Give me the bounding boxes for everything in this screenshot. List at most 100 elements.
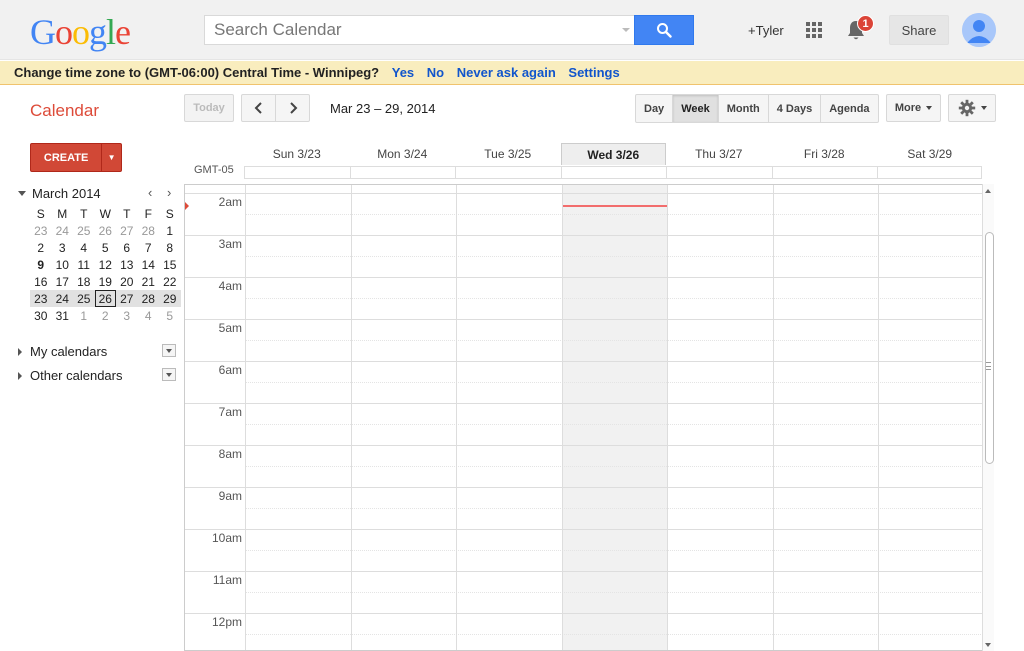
my-calendars-dropdown-icon[interactable] (162, 344, 176, 357)
mini-calendar-day[interactable]: 2 (95, 307, 117, 324)
mini-calendar-day[interactable]: 21 (138, 273, 160, 290)
mini-calendar-day[interactable]: 4 (138, 307, 160, 324)
mini-calendar-day[interactable]: 19 (95, 273, 117, 290)
collapse-triangle-icon[interactable] (18, 191, 26, 196)
weekday-header: S (36, 206, 45, 221)
mini-calendar-day[interactable]: 9 (30, 256, 52, 273)
day-column-header[interactable]: Fri 3/28 (772, 143, 878, 165)
mini-calendar-day[interactable]: 26 (95, 222, 117, 239)
user-avatar[interactable] (962, 13, 996, 47)
logo-letter: o (55, 12, 73, 52)
mini-calendar-day[interactable]: 24 (51, 290, 73, 307)
all-day-row[interactable] (244, 166, 982, 179)
view-agenda-button[interactable]: Agenda (820, 95, 877, 122)
mini-calendar-day[interactable]: 1 (73, 307, 95, 324)
app-title[interactable]: Calendar (30, 101, 99, 121)
time-grid[interactable]: 2am 3am 4am 5am 6am 7am 8am 9am 10am 11am 12pm (184, 184, 982, 651)
mini-calendar-day[interactable]: 20 (116, 273, 138, 290)
day-column-header[interactable]: Sun 3/23 (244, 143, 350, 165)
mini-calendar-day[interactable]: 7 (138, 239, 160, 256)
mini-calendar-day[interactable]: 22 (159, 273, 181, 290)
mini-calendar-day[interactable]: 16 (30, 273, 52, 290)
mini-calendar-day[interactable]: 1 (159, 222, 181, 239)
notification-count-badge[interactable]: 1 (857, 15, 874, 32)
hour-label: 5am (218, 321, 242, 335)
timezone-settings-link[interactable]: Settings (568, 65, 619, 80)
day-column-header[interactable]: Wed 3/26 (560, 143, 666, 165)
settings-button[interactable] (948, 94, 996, 122)
weekday-header: S (165, 206, 174, 221)
mini-calendar-day[interactable]: 30 (30, 307, 52, 324)
mini-calendar-day[interactable]: 23 (30, 222, 52, 239)
today-column[interactable] (562, 185, 667, 650)
my-calendars-section[interactable]: My calendars (18, 344, 176, 360)
scroll-down-icon[interactable] (985, 643, 991, 647)
view-day-button[interactable]: Day (636, 95, 672, 122)
grid-scrollbar[interactable] (982, 184, 994, 651)
mini-calendar-day[interactable]: 6 (116, 239, 138, 256)
create-dropdown-caret-icon[interactable]: ▼ (101, 144, 121, 171)
timezone-label: GMT-05 (194, 164, 234, 176)
mini-prev-month-icon[interactable]: ‹ (148, 185, 152, 200)
view-4days-button[interactable]: 4 Days (767, 95, 820, 122)
day-column-header[interactable]: Sat 3/29 (877, 143, 983, 165)
view-week-button[interactable]: Week (672, 95, 718, 122)
google-logo[interactable]: Google (30, 11, 131, 53)
mini-calendar-day[interactable]: 23 (30, 290, 52, 307)
mini-calendar-day[interactable]: 12 (95, 256, 117, 273)
mini-calendar-day[interactable]: 3 (116, 307, 138, 324)
mini-calendar-day[interactable]: 4 (73, 239, 95, 256)
mini-calendar-day[interactable]: 8 (159, 239, 181, 256)
mini-calendar-day[interactable]: 17 (52, 273, 74, 290)
scroll-thumb[interactable] (985, 232, 994, 464)
mini-calendar-day[interactable]: 5 (95, 239, 117, 256)
mini-next-month-icon[interactable]: › (167, 185, 171, 200)
other-calendars-dropdown-icon[interactable] (162, 368, 176, 381)
mini-calendar-day[interactable]: 24 (52, 222, 74, 239)
user-profile-link[interactable]: +Tyler (748, 23, 784, 38)
more-label: More (894, 102, 922, 114)
timezone-no-link[interactable]: No (427, 65, 444, 80)
current-time-line (562, 205, 667, 207)
mini-calendar-day[interactable]: 10 (52, 256, 74, 273)
mini-calendar-day[interactable]: 26 (94, 290, 116, 307)
mini-calendar-day[interactable]: 13 (116, 256, 138, 273)
mini-calendar-day[interactable]: 28 (137, 290, 159, 307)
today-button[interactable]: Today (184, 94, 234, 122)
scroll-grip-icon (986, 362, 991, 370)
day-column-header[interactable]: Mon 3/24 (350, 143, 456, 165)
mini-calendar-day[interactable]: 3 (52, 239, 74, 256)
apps-grid-icon[interactable] (806, 22, 822, 38)
day-column-header[interactable]: Tue 3/25 (455, 143, 561, 165)
logo-letter: g (89, 12, 107, 52)
weekday-header: T (123, 206, 131, 221)
mini-calendar-day[interactable]: 18 (73, 273, 95, 290)
mini-calendar-day[interactable]: 29 (159, 290, 181, 307)
create-event-button[interactable]: CREATE ▼ (30, 143, 122, 172)
search-button[interactable] (634, 15, 694, 45)
search-input[interactable] (205, 16, 615, 44)
scroll-up-icon[interactable] (985, 189, 991, 193)
more-button[interactable]: More (886, 94, 941, 122)
mini-calendar-day[interactable]: 14 (138, 256, 160, 273)
mini-calendar-day[interactable]: 11 (73, 256, 95, 273)
timezone-never-link[interactable]: Never ask again (457, 65, 556, 80)
mini-calendar-day[interactable]: 5 (159, 307, 181, 324)
other-calendars-section[interactable]: Other calendars (18, 368, 176, 384)
mini-calendar-day[interactable]: 27 (116, 222, 138, 239)
day-column-header[interactable]: Thu 3/27 (666, 143, 772, 165)
mini-calendar-day[interactable]: 28 (138, 222, 160, 239)
next-week-button[interactable] (275, 94, 310, 122)
mini-calendar-day[interactable]: 25 (73, 222, 95, 239)
prev-week-button[interactable] (241, 94, 276, 122)
mini-calendar-day[interactable]: 2 (30, 239, 52, 256)
timezone-yes-link[interactable]: Yes (392, 65, 414, 80)
mini-calendar-day[interactable]: 15 (159, 256, 181, 273)
mini-calendar-day[interactable]: 27 (116, 290, 138, 307)
view-month-button[interactable]: Month (717, 95, 768, 122)
search-options-caret-icon[interactable] (622, 28, 630, 32)
share-button[interactable]: Share (889, 15, 949, 45)
mini-calendar-day[interactable]: 31 (52, 307, 74, 324)
hour-label: 11am (212, 573, 242, 587)
mini-calendar-day[interactable]: 25 (73, 290, 95, 307)
